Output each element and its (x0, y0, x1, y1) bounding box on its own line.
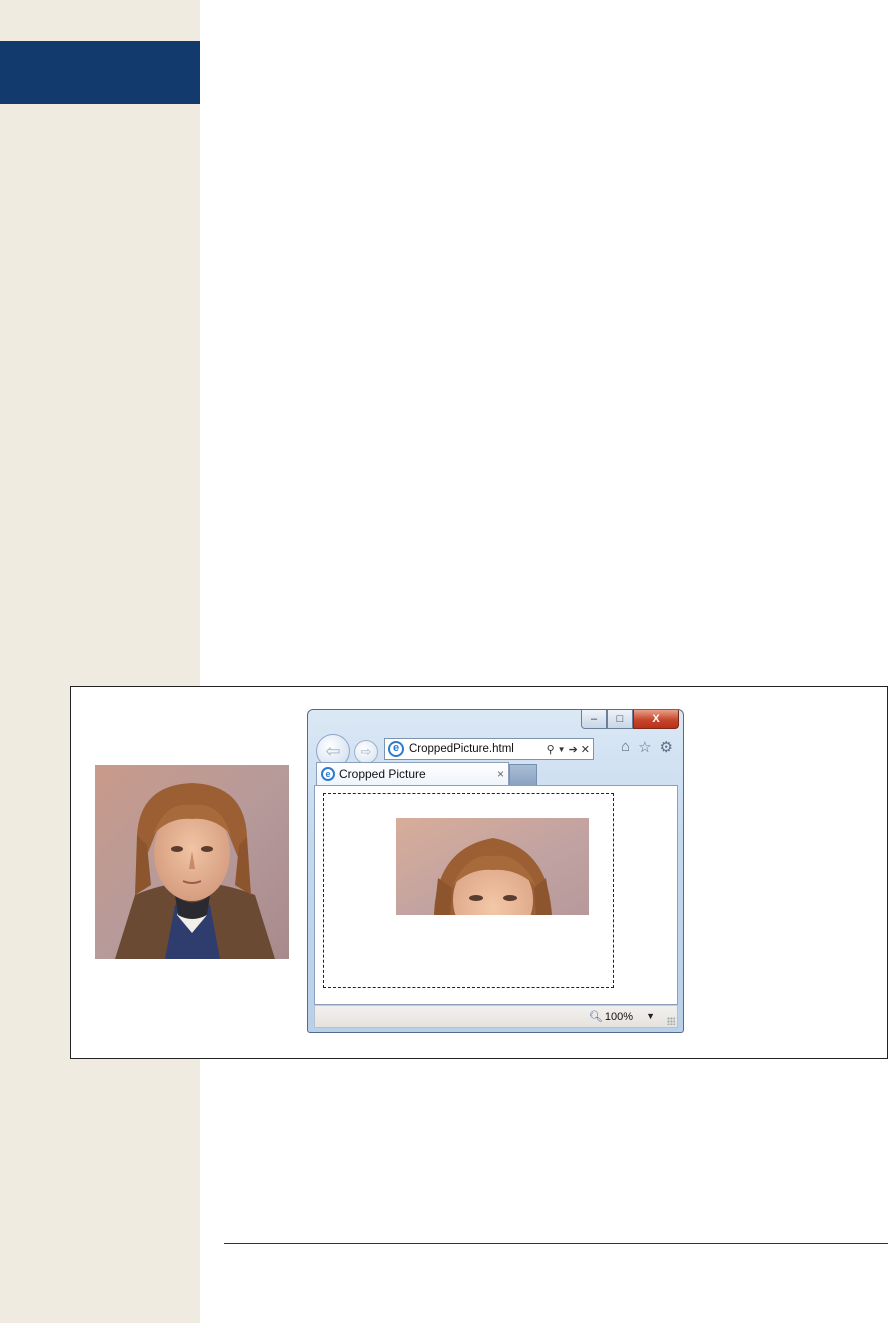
tab-label: Cropped Picture (339, 767, 426, 781)
home-icon[interactable]: ⌂ (621, 738, 630, 756)
stop-x-icon[interactable]: ✕ (581, 743, 590, 756)
star-icon[interactable]: ☆ (638, 738, 651, 756)
resize-grip-icon[interactable] (667, 1017, 675, 1025)
forward-button[interactable]: ⇨ (354, 740, 378, 764)
tab-cropped-picture[interactable]: e Cropped Picture × (316, 762, 509, 785)
footer-rule (224, 1243, 888, 1244)
address-text[interactable]: CroppedPicture.html (409, 743, 547, 755)
browser-toolbar-icons: ⌂ ☆ ⚙ (621, 738, 673, 756)
gear-icon[interactable]: ⚙ (660, 738, 673, 756)
page-viewport (314, 785, 678, 1005)
status-bar: 🔍︎ 100% ▼ (314, 1005, 678, 1028)
figure-frame: – □ X ⇦ ⇨ e CroppedPicture.html ⚲ ▼ ➔ ✕ (70, 686, 888, 1059)
back-arrow-icon: ⇦ (325, 740, 341, 761)
chapter-tab (0, 41, 200, 104)
close-window-button[interactable]: X (633, 710, 679, 729)
address-actions: ⚲ ▼ ➔ ✕ (547, 743, 593, 756)
zoom-level: 100% (604, 1010, 633, 1023)
zoom-dropdown-icon[interactable]: ▼ (646, 1011, 655, 1021)
maximize-button[interactable]: □ (607, 710, 633, 729)
navigation-bar: ⇦ ⇨ e CroppedPicture.html ⚲ ▼ ➔ ✕ ⌂ ☆ ⚙ (314, 734, 679, 768)
tab-close-icon[interactable]: × (497, 767, 504, 781)
forward-arrow-icon: ⇨ (360, 744, 372, 759)
magnifier-icon: 🔍︎ (588, 1011, 603, 1023)
search-icon[interactable]: ⚲ (547, 743, 555, 756)
cropped-portrait-image (396, 818, 589, 915)
new-tab-button[interactable] (509, 764, 537, 785)
window-caption-buttons: – □ X (581, 710, 679, 730)
page-sidebar (0, 0, 200, 1323)
zoom-control[interactable]: 🔍︎ 100% (588, 1010, 633, 1024)
ie-logo-icon: e (321, 767, 335, 781)
dropdown-arrow-icon[interactable]: ▼ (558, 745, 566, 754)
go-arrow-icon[interactable]: ➔ (569, 743, 578, 756)
minimize-button[interactable]: – (581, 710, 607, 729)
tab-strip: e Cropped Picture × (314, 762, 679, 785)
original-portrait-image (95, 765, 289, 959)
ie-logo-icon: e (388, 741, 404, 757)
browser-window: – □ X ⇦ ⇨ e CroppedPicture.html ⚲ ▼ ➔ ✕ (307, 709, 684, 1033)
address-bar[interactable]: e CroppedPicture.html ⚲ ▼ ➔ ✕ (384, 738, 594, 760)
